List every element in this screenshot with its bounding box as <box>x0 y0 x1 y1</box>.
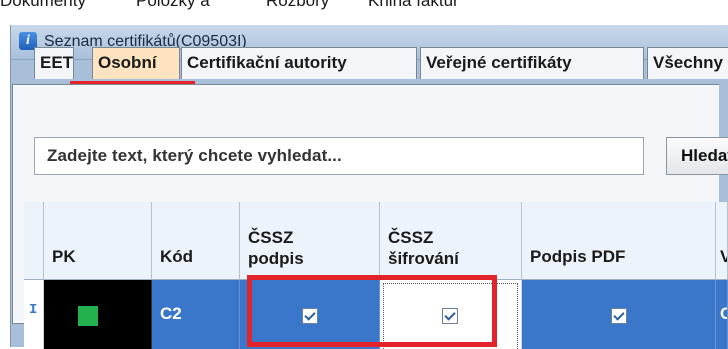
checkbox-cssz-sifrovani[interactable] <box>442 308 458 324</box>
tab-vsechny[interactable]: Všechny <box>647 47 728 79</box>
column-header-kod[interactable]: Kód <box>152 202 240 280</box>
row-indicator[interactable]: I <box>24 280 44 349</box>
tab-osobni[interactable]: Osobní <box>92 47 180 79</box>
menu-bar: Dokumenty Položky a Rozbory Kniha faktur <box>0 0 728 12</box>
column-header-pk[interactable]: PK <box>44 202 152 280</box>
checkbox-cssz-podpis[interactable] <box>302 308 318 324</box>
column-header-cssz-sifrovani[interactable]: ČSSZ šifrování <box>380 202 522 280</box>
menu-item-rozbory[interactable]: Rozbory <box>266 0 329 11</box>
search-input[interactable]: Zadejte text, který chcete vyhledat... <box>34 137 644 175</box>
column-header-line: podpis <box>248 249 304 268</box>
checkbox-podpis-pdf[interactable] <box>611 308 627 324</box>
cell-kod-text: C2 <box>160 304 182 323</box>
row-cursor-icon: I <box>29 302 38 318</box>
column-header-line: šifrování <box>388 249 459 268</box>
menu-item-polozky[interactable]: Položky a <box>136 0 210 11</box>
cell-v-text: C <box>720 304 727 324</box>
tab-verejne-certifikaty[interactable]: Veřejné certifikáty <box>420 47 644 79</box>
menu-item-kniha-faktur[interactable]: Kniha faktur <box>368 0 459 11</box>
column-header-line: ČSSZ <box>388 228 434 247</box>
cell-v[interactable]: C <box>716 280 728 349</box>
tab-strip: EET Osobní Certifikační autority Veřejné… <box>12 44 728 84</box>
column-header-v[interactable]: V <box>716 202 728 280</box>
cell-podpis-pdf[interactable] <box>522 280 716 349</box>
cell-cssz-podpis[interactable] <box>240 280 380 349</box>
column-header-line: ČSSZ <box>248 228 294 247</box>
search-button[interactable]: Hledat <box>666 137 728 175</box>
certificates-table: PK Kód ČSSZ podpis ČSSZ šifrování Podpis P… <box>24 202 728 349</box>
column-header-podpis-pdf[interactable]: Podpis PDF <box>522 202 716 280</box>
menu-item-dokumenty[interactable]: Dokumenty <box>0 0 86 11</box>
tab-certifikacni-autority[interactable]: Certifikační autority <box>181 47 417 79</box>
cell-cssz-sifrovani[interactable] <box>380 280 522 349</box>
column-header-indicator <box>24 202 44 280</box>
cell-kod[interactable]: C2 <box>152 280 240 349</box>
column-header-cssz-podpis[interactable]: ČSSZ podpis <box>240 202 380 280</box>
pk-status-square <box>78 306 98 326</box>
tab-eet[interactable]: EET <box>34 47 74 79</box>
cell-pk[interactable] <box>44 280 152 349</box>
